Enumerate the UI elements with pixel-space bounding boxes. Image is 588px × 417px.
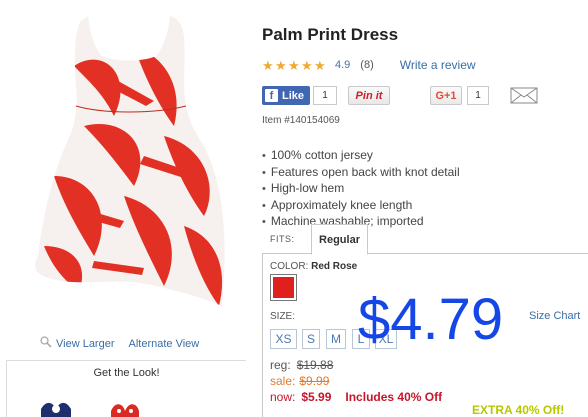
- product-image[interactable]: [14, 6, 246, 328]
- color-label-text: COLOR:: [270, 261, 309, 272]
- view-larger-link[interactable]: View Larger: [56, 338, 115, 350]
- star-rating[interactable]: ★ ★ ★ ★ ★: [262, 59, 327, 72]
- discount-note: Includes 40% Off: [345, 390, 443, 404]
- write-review-link[interactable]: Write a review: [400, 58, 476, 72]
- size-xs-button[interactable]: XS: [270, 329, 297, 349]
- get-the-look-panel: Get the Look!: [6, 360, 246, 417]
- rating-count[interactable]: (8): [360, 59, 373, 71]
- color-label: COLOR: Red Rose: [270, 261, 357, 272]
- feature-item: High-low hem: [262, 181, 460, 198]
- look-item-hair-bow[interactable]: [37, 399, 75, 417]
- star-icon: ★: [262, 57, 274, 73]
- star-icon: ★: [314, 57, 326, 73]
- rating-row: ★ ★ ★ ★ ★ 4.9 (8) Write a review: [262, 57, 476, 73]
- color-swatch-red-rose[interactable]: [270, 274, 297, 301]
- rating-value: 4.9: [335, 59, 351, 71]
- image-links: View Larger Alternate View: [40, 336, 199, 351]
- facebook-like-label: Like: [282, 89, 305, 102]
- feature-item: Approximately knee length: [262, 198, 460, 215]
- price-overlay: $4.79: [358, 287, 504, 352]
- size-s-button[interactable]: S: [302, 329, 320, 349]
- now-price: $5.99: [301, 390, 332, 404]
- size-m-button[interactable]: M: [326, 329, 346, 349]
- selected-color-name: Red Rose: [311, 261, 358, 272]
- feature-item: 100% cotton jersey: [262, 148, 460, 165]
- magnifier-icon: [40, 336, 52, 351]
- alternate-view-link[interactable]: Alternate View: [129, 338, 200, 350]
- star-icon: ★: [288, 57, 300, 73]
- fits-label: FITS:: [270, 234, 295, 244]
- price-breakdown: reg: $19.88 sale: $9.99 now: $5.99 Includes …: [270, 357, 442, 405]
- item-number: Item #140154069: [262, 115, 340, 126]
- product-title: Palm Print Dress: [262, 25, 399, 44]
- now-price-label: now:: [270, 390, 296, 404]
- get-the-look-title: Get the Look!: [93, 367, 160, 379]
- google-plus-button[interactable]: G+1: [430, 86, 462, 105]
- sale-price: $9.99: [299, 374, 330, 388]
- extra-off-badge: EXTRA 40% Off!: [472, 403, 565, 417]
- fit-tabs: FITS: Regular: [262, 224, 588, 255]
- look-item-accessory[interactable]: [105, 399, 143, 417]
- star-icon: ★: [275, 57, 287, 73]
- dress-illustration: [35, 16, 225, 306]
- facebook-icon: f: [265, 89, 278, 102]
- reg-price: $19.88: [296, 358, 334, 372]
- tab-regular[interactable]: Regular: [311, 224, 368, 255]
- email-share-icon[interactable]: [510, 86, 538, 105]
- feature-item: Features open back with knot detail: [262, 165, 460, 182]
- sale-price-label: sale:: [270, 374, 296, 388]
- size-chart-link[interactable]: Size Chart: [529, 310, 580, 322]
- star-icon: ★: [301, 57, 313, 73]
- facebook-like-count: 1: [313, 86, 337, 105]
- reg-price-label: reg:: [270, 358, 291, 372]
- feature-list: 100% cotton jersey Features open back wi…: [262, 148, 460, 231]
- facebook-like-button[interactable]: f Like: [262, 86, 310, 105]
- pinterest-pin-button[interactable]: Pin it: [348, 86, 390, 105]
- google-plus-count: 1: [467, 86, 489, 105]
- size-label: SIZE:: [270, 311, 296, 322]
